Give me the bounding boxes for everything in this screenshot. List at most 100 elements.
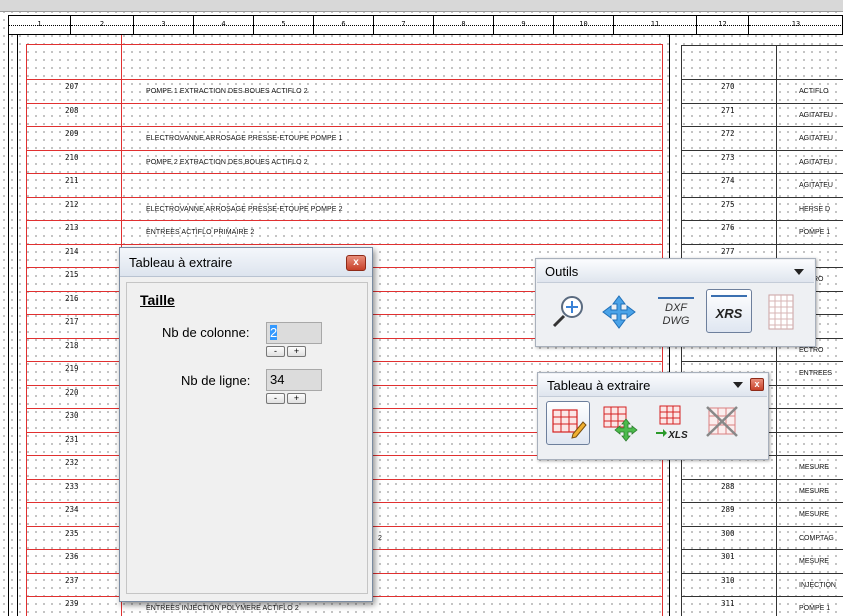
ruler-cell: 5 <box>254 16 314 35</box>
right-row-line <box>681 502 843 503</box>
row-decrement-button[interactable]: - <box>266 393 285 404</box>
table-frame-left <box>26 44 27 616</box>
dialog-titlebar[interactable]: Tableau à extraire x <box>120 248 372 277</box>
column-ruler: 1 2 3 4 5 6 7 8 9 10 11 12 13 <box>8 15 843 35</box>
ruler-cell: 12 <box>697 16 749 35</box>
row-number: 231 <box>65 434 79 444</box>
right-row-line <box>681 220 843 221</box>
right-row-label: POMPE 1 <box>799 605 831 612</box>
right-row-label: POMPE 1 <box>799 229 831 236</box>
grid-icon[interactable] <box>763 292 803 332</box>
right-row-number: 276 <box>721 223 735 232</box>
right-row-line <box>681 196 843 198</box>
top-toolbar-strip <box>0 0 843 12</box>
size-section-title: Taille <box>140 292 175 308</box>
column-count-field[interactable]: 2 <box>266 322 322 344</box>
right-row-line <box>681 102 843 104</box>
edit-table-icon[interactable] <box>546 401 590 445</box>
right-row-number: 275 <box>721 199 735 209</box>
row-number: 207 <box>65 82 79 91</box>
outils-dropdown-icon[interactable] <box>794 269 804 275</box>
right-row-label: AGITATEU <box>799 111 833 119</box>
ruler-cell: 11 <box>614 16 697 35</box>
export-xls-icon[interactable]: XLS <box>650 403 690 443</box>
dxf-label: DXF <box>665 302 688 314</box>
table-row-line <box>26 126 662 127</box>
table-tools-header[interactable]: Tableau à extraire x <box>539 374 767 397</box>
row-label: ELECTROVANNE ARROSAGE PRESSE-ETOUPE POMP… <box>146 205 343 213</box>
move-icon[interactable] <box>599 292 639 332</box>
ruler-cell: 2 <box>71 16 134 35</box>
right-row-number: 270 <box>721 82 735 91</box>
xrs-icon: XRS <box>715 306 743 321</box>
row-number: 237 <box>65 575 79 585</box>
row-label: ENTREES ACTIFLO PRIMAIRE 2 <box>146 229 255 236</box>
ruler-cell: 9 <box>494 16 554 35</box>
column-count-value: 2 <box>270 325 278 340</box>
ruler-cell: 4 <box>194 16 254 35</box>
row-number: 220 <box>65 387 79 397</box>
right-row-label: HERSE D <box>799 205 831 213</box>
right-row-label: AGITATEU <box>799 158 833 166</box>
row-number: 235 <box>65 528 79 538</box>
row-increment-button[interactable]: + <box>287 393 306 404</box>
right-row-label: MESURE <box>799 558 829 565</box>
ruler-cell: 13 <box>749 16 843 35</box>
row-count-field[interactable]: 34 <box>266 369 322 391</box>
row-number: 211 <box>65 176 79 185</box>
column-decrement-button[interactable]: - <box>266 346 285 357</box>
right-row-number: 288 <box>721 481 735 491</box>
table-tools-dropdown-icon[interactable] <box>733 382 743 388</box>
delete-table-icon[interactable] <box>703 403 743 443</box>
right-row-label: ACTIFLO <box>799 88 829 95</box>
xrs-button[interactable]: XRS <box>706 289 752 333</box>
row-label: ELECTROVANNE ARROSAGE PRESSE-ETOUPE POMP… <box>146 135 343 142</box>
right-row-label: ECTRO <box>799 346 824 354</box>
right-row-line <box>681 79 843 80</box>
right-row-line <box>681 173 843 174</box>
move-table-icon[interactable] <box>600 403 640 443</box>
row-number: 214 <box>65 246 79 256</box>
right-row-number: 289 <box>721 505 735 514</box>
row-label: ENTREES INJECTION POLYMERE ACTIFLO 2 <box>146 605 299 612</box>
right-row-line <box>681 478 843 480</box>
row-number: 216 <box>65 293 79 303</box>
row-number: 208 <box>65 105 79 115</box>
right-row-line <box>681 243 843 245</box>
right-row-number: 310 <box>721 575 735 585</box>
ruler-cell: 7 <box>374 16 434 35</box>
right-row-number: 277 <box>721 246 735 256</box>
row-label: POMPE 2 EXTRACTION DES BOUES ACTIFLO 2 <box>146 158 308 166</box>
right-row-line <box>681 361 843 362</box>
right-row-line <box>681 596 843 597</box>
outils-panel: Outils DXF DWG XRS <box>535 258 816 347</box>
column-increment-button[interactable]: + <box>287 346 306 357</box>
dialog-close-button[interactable]: x <box>346 255 366 271</box>
zoom-icon[interactable] <box>548 292 588 332</box>
dxf-dwg-icon[interactable]: DXF DWG <box>656 292 696 332</box>
ruler-cell: 3 <box>134 16 194 35</box>
table-tools-panel: Tableau à extraire x XLS <box>537 372 769 460</box>
row-number: 234 <box>65 505 79 514</box>
right-row-label: MESURE <box>799 511 829 518</box>
row-number: 217 <box>65 317 79 326</box>
right-row-number: 311 <box>721 599 735 608</box>
row-number: 209 <box>65 129 79 138</box>
right-row-label: COMPTAG <box>799 534 834 542</box>
frame-line <box>17 35 18 616</box>
column-count-label: Nb de colonne: <box>162 325 250 340</box>
right-row-number: 274 <box>721 176 735 185</box>
ruler-cell: 8 <box>434 16 494 35</box>
table-row-line <box>26 220 662 221</box>
table-row-line <box>26 173 662 174</box>
table-row-line <box>26 196 662 198</box>
row-number: 232 <box>65 458 79 467</box>
right-row-number: 271 <box>721 105 735 115</box>
row-number: 212 <box>65 199 79 209</box>
row-number: 236 <box>65 552 79 561</box>
table-row-line <box>26 79 662 80</box>
right-row-label: AGITATEU <box>799 135 833 142</box>
outils-panel-header[interactable]: Outils <box>537 260 814 283</box>
table-tools-close-button[interactable]: x <box>750 378 764 391</box>
right-row-label: MESURE <box>799 487 829 495</box>
